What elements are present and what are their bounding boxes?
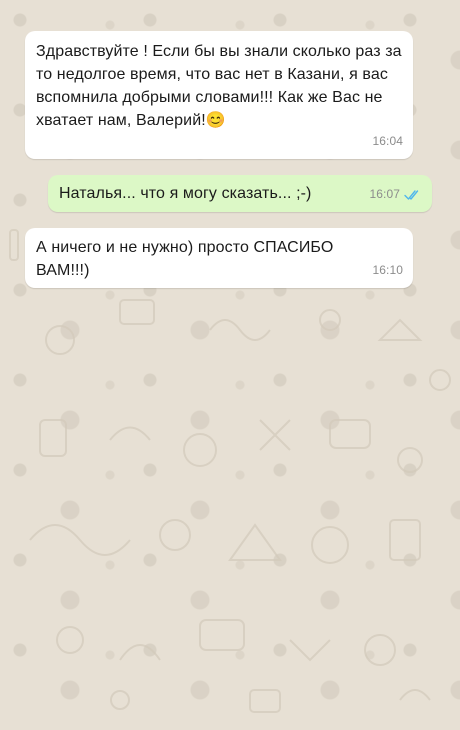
message-time: 16:07 — [369, 187, 400, 201]
message-text: Здравствуйте ! Если бы вы знали сколько … — [36, 43, 407, 129]
outgoing-message-bubble[interactable]: Наталья... что я могу сказать... ;-) 16:… — [48, 175, 432, 212]
message-meta: 16:10 — [372, 259, 403, 282]
message-time: 16:04 — [372, 134, 403, 148]
message-text: А ничего и не нужно) просто СПАСИБО ВАМ!… — [36, 239, 338, 279]
chat-message-list[interactable]: Здравствуйте ! Если бы вы знали сколько … — [0, 0, 460, 730]
message-meta: 16:07 — [369, 183, 422, 206]
message-text: Наталья... что я могу сказать... ;-) — [59, 185, 312, 202]
message-meta: 16:04 — [372, 130, 403, 153]
incoming-message-bubble[interactable]: Здравствуйте ! Если бы вы знали сколько … — [25, 31, 413, 159]
message-time: 16:10 — [372, 263, 403, 277]
double-check-read-icon — [404, 189, 419, 200]
incoming-message-bubble[interactable]: А ничего и не нужно) просто СПАСИБО ВАМ!… — [25, 228, 413, 288]
